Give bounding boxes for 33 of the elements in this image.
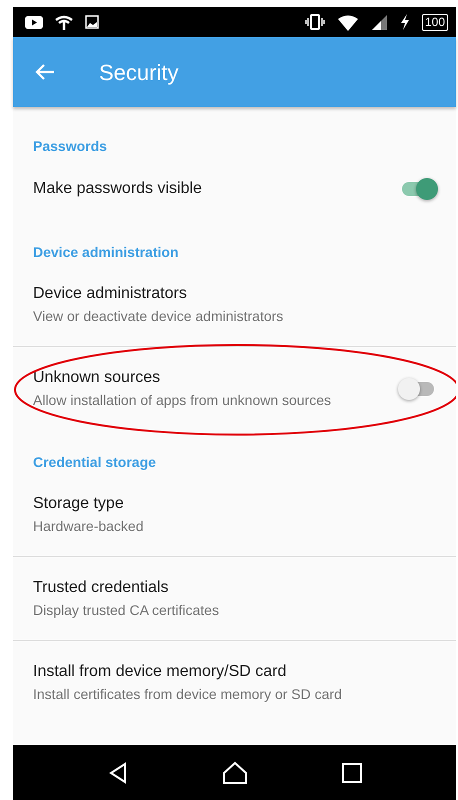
item-summary: Hardware-backed xyxy=(33,516,144,536)
item-title: Storage type xyxy=(33,494,125,514)
item-summary: Display trusted CA certificates xyxy=(33,600,219,620)
item-summary: Allow installation of apps from unknown sources xyxy=(33,391,332,410)
battery-level: 100 xyxy=(422,14,448,30)
section-header: Passwords xyxy=(32,137,108,156)
section-header: Credential storage xyxy=(32,453,157,472)
screen-title: Security xyxy=(99,58,178,87)
item-title: Install from device memory/SD card xyxy=(33,662,288,682)
wifi-icon xyxy=(336,14,359,30)
image-icon xyxy=(85,15,99,29)
settings-item[interactable]: Unknown sources Allow installation of apps from unknown sources xyxy=(13,347,456,431)
item-title: Unknown sources xyxy=(33,368,162,388)
vibrate-icon xyxy=(304,14,325,30)
settings-item[interactable]: Make passwords visible xyxy=(13,157,456,221)
signal-icon xyxy=(370,14,388,30)
wifi-icon xyxy=(55,14,73,30)
section-header: Device administration xyxy=(32,243,180,262)
back-arrow-icon[interactable] xyxy=(35,64,55,80)
back-icon[interactable] xyxy=(108,762,128,784)
video-play-icon xyxy=(25,16,43,28)
settings-item[interactable]: Trusted credentials Display trusted CA certificates xyxy=(13,557,456,641)
charging-icon xyxy=(400,14,410,30)
recent-apps-icon[interactable] xyxy=(342,762,362,782)
settings-item[interactable]: Device administrators View or deactivate device administrators xyxy=(13,263,456,347)
item-title: Make passwords visible xyxy=(33,179,202,199)
settings-item[interactable]: Install from device memory/SD card Install certificates from device memory or SD card xyxy=(13,641,456,725)
item-title: Device administrators xyxy=(33,284,188,304)
home-icon[interactable] xyxy=(222,760,248,784)
settings-item[interactable]: Storage type Hardware-backed xyxy=(13,473,456,557)
item-title: Trusted credentials xyxy=(33,578,170,598)
item-summary: Install certificates from device memory or SD card xyxy=(33,685,342,704)
item-summary: View or deactivate device administrators xyxy=(33,306,284,326)
